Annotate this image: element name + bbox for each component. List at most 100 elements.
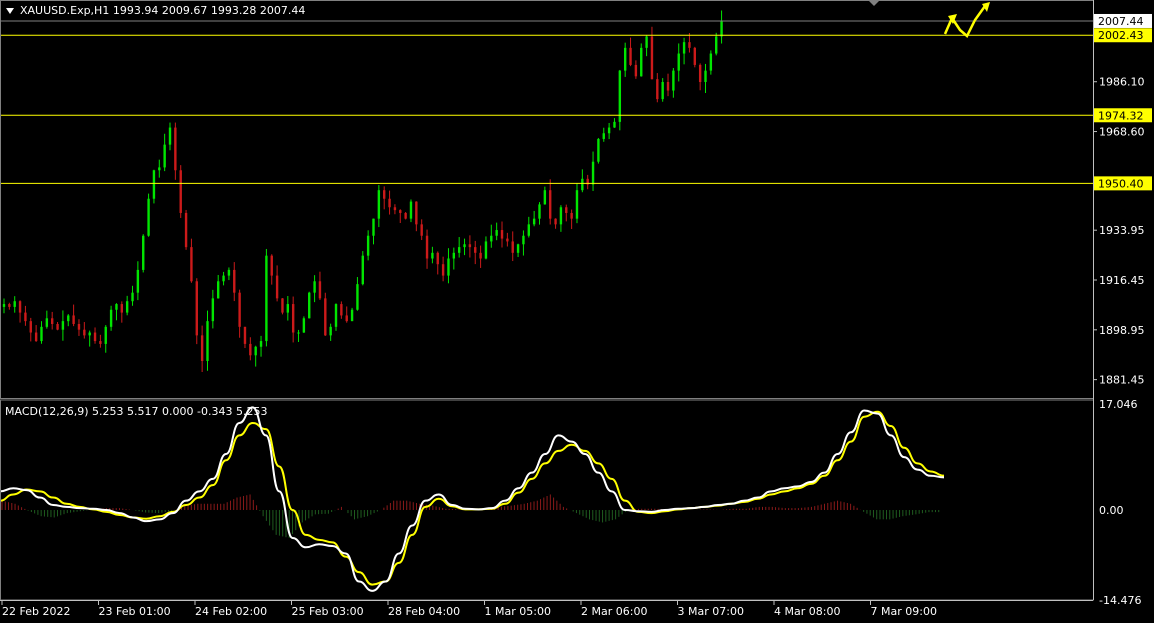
candle-body (366, 235, 370, 256)
time-tick-label: 2 Mar 06:00 (581, 605, 647, 618)
candle-body (67, 315, 70, 322)
candle-body (650, 36, 654, 80)
chart-area[interactable]: 2002.43 1974.32 1950.40 2007.44 1986.10 1968.… (0, 0, 1154, 620)
price-tick-label: 1986.10 (1099, 76, 1145, 89)
candle-body (324, 298, 327, 336)
level-label: 1974.32 (1098, 109, 1144, 122)
candle-body (142, 235, 145, 270)
symbol-dropdown-icon[interactable] (6, 8, 14, 14)
candle-body (45, 318, 49, 327)
candle-body (18, 301, 22, 313)
candle-body (581, 178, 584, 191)
axes: 2002.43 1974.32 1950.40 2007.44 1986.10 1968.… (0, 0, 1152, 618)
candle-body (409, 201, 413, 219)
ohlc-close: 2007.44 (259, 4, 306, 17)
candle-body (431, 252, 434, 259)
candle-body (377, 190, 381, 219)
scroll-marker-icon (868, 0, 880, 6)
chart-title[interactable]: XAUUSD.Exp,H1 1993.94 2009.67 1993.28 20… (6, 4, 305, 17)
candle-body (297, 332, 300, 334)
candle-body (672, 70, 675, 91)
ohlc-low: 1993.28 (210, 4, 257, 17)
price-tick-label: 1916.45 (1099, 274, 1145, 287)
price-tick-label: 1968.60 (1099, 126, 1145, 139)
candle-body (125, 301, 129, 313)
candle-body (77, 323, 81, 330)
candle-body (682, 42, 686, 54)
candle-body (634, 64, 638, 77)
candle-body (174, 127, 177, 171)
time-tick-label: 25 Feb 03:00 (292, 605, 364, 618)
candle-body (158, 167, 161, 171)
candle-body (281, 298, 284, 313)
candle-body (233, 269, 236, 293)
candle-body (640, 47, 643, 77)
price-tick-label: 1898.95 (1099, 324, 1145, 337)
candle-body (334, 304, 338, 327)
candle-body (206, 321, 209, 361)
candle-body (29, 321, 32, 333)
candle-body (425, 235, 429, 259)
candle-body (104, 326, 107, 344)
candle-body (24, 312, 27, 322)
candle-body (538, 204, 541, 219)
candle-body (688, 42, 691, 48)
candle-body (441, 264, 445, 276)
candle-body (511, 241, 514, 253)
price-pane-border (0, 0, 1094, 399)
time-tick-label: 7 Mar 09:00 (871, 605, 937, 618)
candle-body (217, 281, 220, 299)
candle-body (554, 218, 557, 225)
candle-body (329, 326, 332, 336)
candle-body (243, 326, 247, 344)
candle-body (34, 332, 38, 342)
candle-body (602, 133, 605, 139)
macd-tick-label: 17.046 (1099, 398, 1138, 411)
candle-body (666, 82, 670, 91)
candle-body (340, 304, 343, 316)
candle-body (302, 318, 306, 333)
candle-body (532, 218, 536, 225)
level-label: 2002.43 (1098, 29, 1144, 42)
candle-body (350, 309, 354, 322)
candle-body (136, 269, 140, 293)
candle-body (393, 207, 397, 211)
candle-body (163, 144, 166, 168)
chart-canvas[interactable]: 2002.43 1974.32 1950.40 2007.44 1986.10 1968.… (0, 0, 1154, 620)
candle-body (623, 47, 627, 71)
candle-body (265, 255, 268, 342)
candle-body (543, 190, 547, 205)
current-price-label: 2007.44 (1098, 15, 1144, 28)
candle-body (570, 212, 573, 219)
candle-body (597, 138, 600, 162)
macd-indicator-label[interactable]: MACD(12,26,9) 5.253 5.517 0.000 -0.343 5… (5, 405, 267, 418)
candle-body (249, 343, 252, 356)
time-tick-label: 28 Feb 04:00 (388, 605, 460, 618)
candle-body (372, 218, 375, 236)
candle-body (468, 244, 472, 248)
macd-pane (0, 406, 945, 592)
price-tick-label: 1933.95 (1099, 224, 1145, 237)
candle-body (490, 235, 493, 242)
candle-body (698, 64, 702, 83)
candle-body (677, 53, 680, 71)
candle-body (227, 269, 231, 276)
time-tick-label: 1 Mar 05:00 (485, 605, 551, 618)
candle-body (120, 304, 124, 313)
candle-body (704, 70, 707, 83)
candle-body (720, 20, 723, 37)
candle-body (645, 36, 648, 48)
price-pane (0, 2, 1093, 373)
candle-body (693, 47, 696, 65)
candle-body (109, 309, 113, 327)
price-tick-label: 1881.45 (1099, 374, 1145, 387)
candle-body (709, 53, 713, 71)
candle-body (436, 252, 439, 265)
candle-body (291, 304, 295, 333)
candle-body (383, 190, 386, 199)
candle-body (591, 161, 595, 185)
level-label: 1950.40 (1098, 177, 1144, 190)
candle-body (83, 329, 86, 336)
candle-body (516, 244, 520, 253)
candle-body (168, 127, 172, 145)
